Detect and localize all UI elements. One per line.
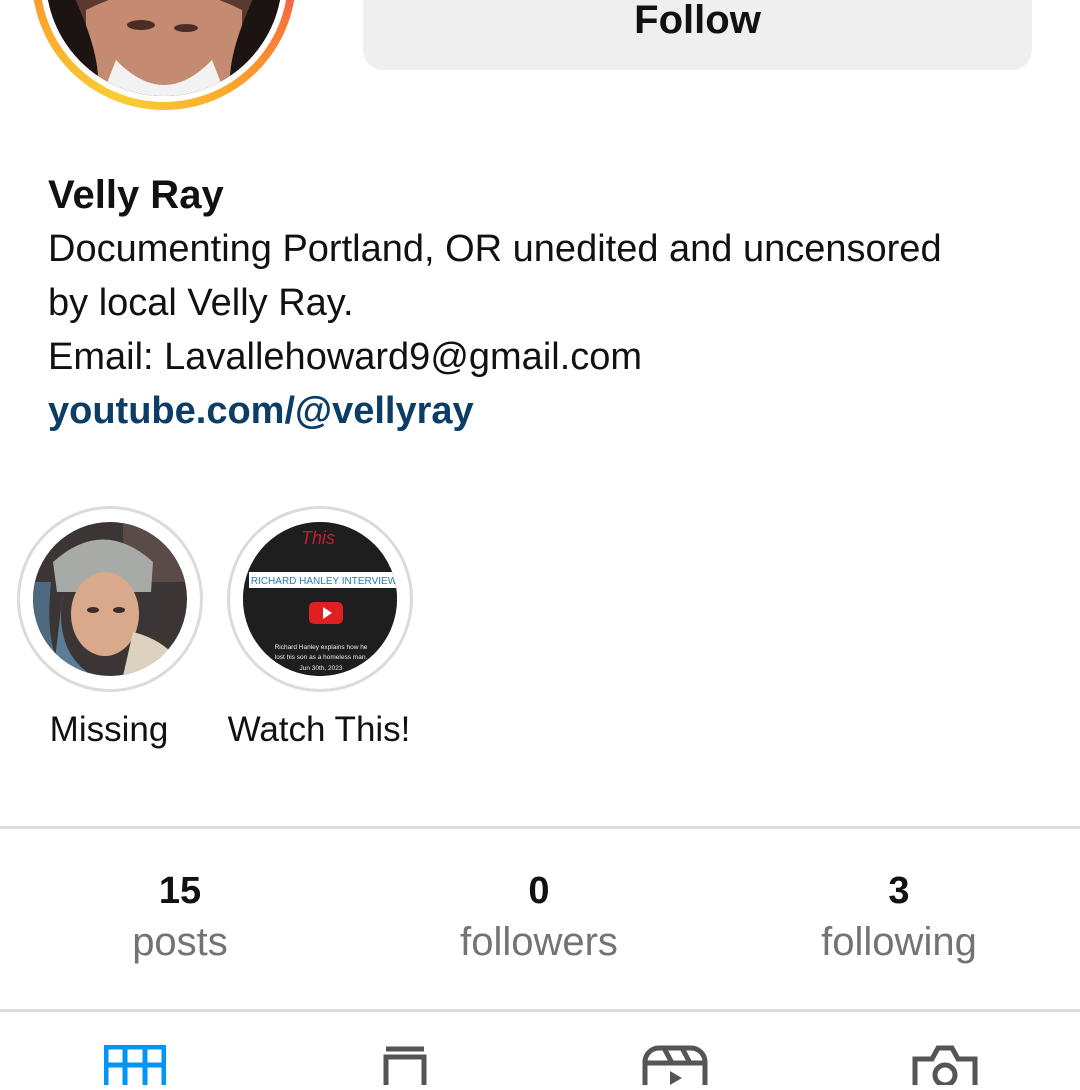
stat-following[interactable]: 3 following [749, 868, 1049, 970]
cover-caption-text: lost his son as a homeless man. [275, 654, 368, 661]
cover-banner-text: RICHARD HANLEY INTERVIEW [251, 576, 397, 587]
stat-value: 3 [888, 870, 910, 912]
cover-script-text: This [301, 528, 335, 548]
follow-button[interactable]: Follow [363, 0, 1032, 70]
grid-icon [103, 1044, 167, 1090]
tab-posts-grid[interactable] [103, 1044, 167, 1090]
story-highlight-watch-this[interactable]: This RICHARD HANLEY INTERVIEW Richard Ha… [227, 506, 413, 750]
highlight-ring [17, 506, 203, 692]
reels-icon [642, 1045, 708, 1090]
profile-avatar-ring[interactable] [32, 0, 296, 110]
tab-tagged[interactable] [912, 1045, 978, 1090]
avatar-gap [40, 0, 288, 102]
cover-date-text: Jun 30th, 2023 [299, 665, 342, 672]
divider [0, 826, 1080, 829]
cover-caption-text: Richard Hanley explains how he [275, 644, 368, 651]
tagged-icon [912, 1045, 978, 1090]
bio-text-line: Documenting Portland, OR unedited and un… [48, 228, 942, 270]
stat-label: followers [460, 920, 618, 964]
bio-link[interactable]: youtube.com/@vellyray [48, 384, 1048, 438]
stat-value: 0 [528, 870, 550, 912]
stat-label: following [821, 920, 977, 964]
bio-email: Email: Lavallehoward9@gmail.com [48, 336, 643, 378]
highlight-label: Watch This! [227, 710, 411, 749]
highlight-cover: This RICHARD HANLEY INTERVIEW Richard Ha… [243, 522, 397, 676]
highlight-label: Missing [49, 710, 169, 749]
tab-guides[interactable] [382, 1045, 428, 1090]
stat-value: 15 [158, 870, 202, 912]
bio-text-line: by local Velly Ray. [48, 282, 354, 324]
stat-followers[interactable]: 0 followers [389, 868, 689, 970]
stat-posts[interactable]: 15 posts [30, 868, 330, 970]
profile-name: Velly Ray [48, 173, 224, 217]
story-highlight-missing[interactable]: Missing [17, 506, 203, 750]
stat-label: posts [132, 920, 228, 964]
highlight-ring: This RICHARD HANLEY INTERVIEW Richard Ha… [227, 506, 413, 692]
tab-reels[interactable] [642, 1045, 708, 1090]
profile-bio: Velly Ray Documenting Portland, OR unedi… [48, 168, 1048, 438]
highlight-cover [33, 522, 187, 676]
clipboard-icon [383, 1046, 427, 1090]
avatar [46, 0, 282, 96]
divider [0, 1009, 1080, 1012]
